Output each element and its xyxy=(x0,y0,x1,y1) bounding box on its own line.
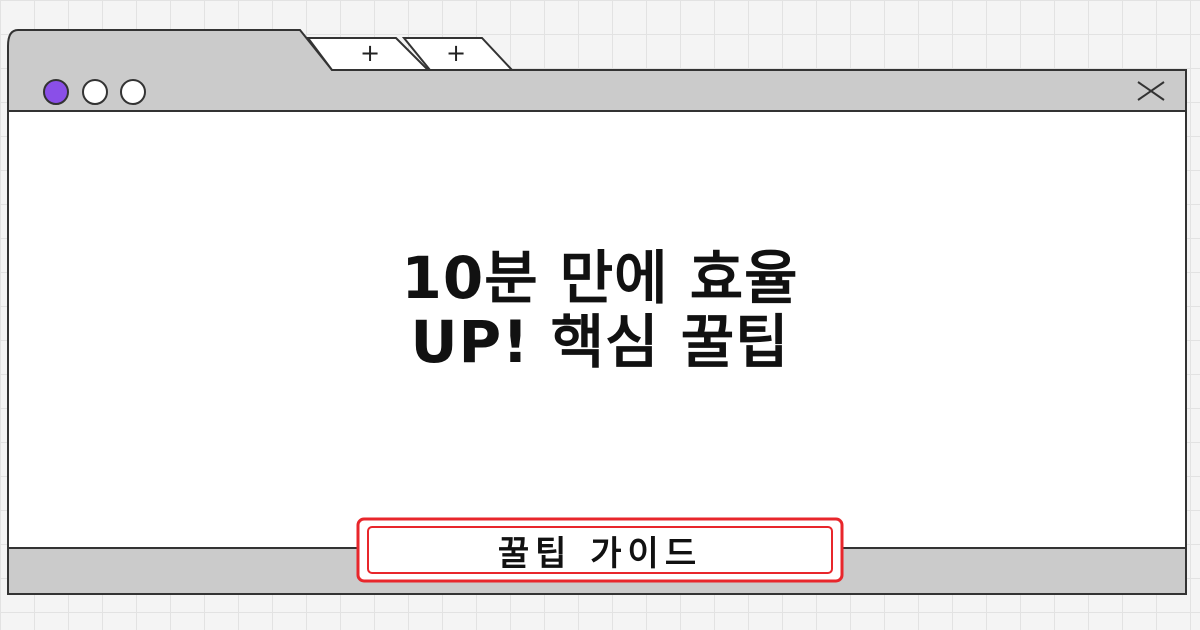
plus-icon[interactable]: + xyxy=(358,40,382,66)
title-line-2: UP! 핵심 꿀팁 xyxy=(410,308,790,376)
traffic-light-purple[interactable] xyxy=(43,79,69,105)
badge-label: 꿀팁 가이드 xyxy=(497,533,703,574)
plus-icon[interactable]: + xyxy=(444,40,468,66)
guide-badge: 꿀팁 가이드 xyxy=(358,518,842,582)
traffic-light-white-1[interactable] xyxy=(82,79,108,105)
title-line-1: 10분 만에 효율 xyxy=(401,244,799,312)
traffic-light-white-2[interactable] xyxy=(120,79,146,105)
page-title: 10분 만에 효율 UP! 핵심 꿀팁 xyxy=(200,246,1000,374)
